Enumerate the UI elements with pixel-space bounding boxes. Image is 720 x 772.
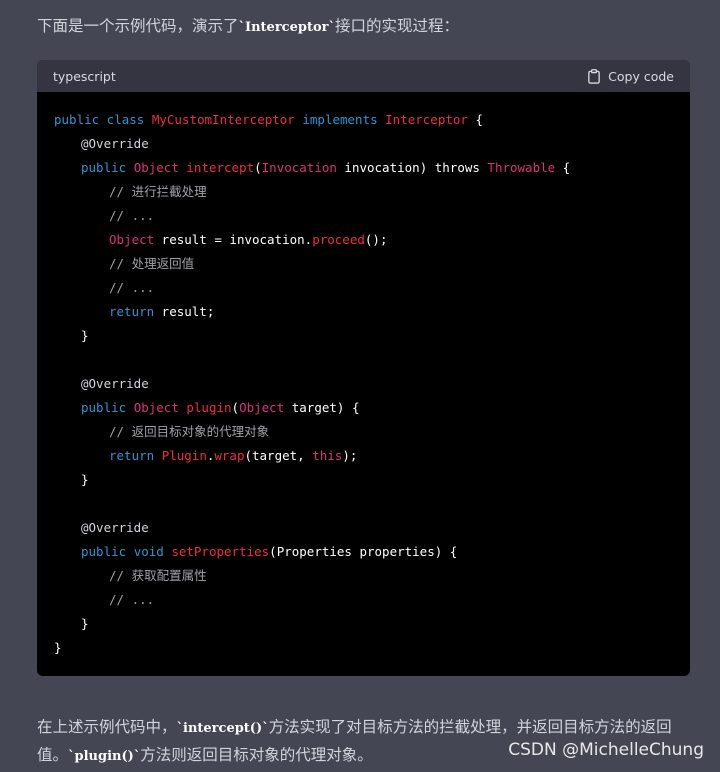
code-line: Object result = invocation.proceed(); <box>109 232 388 247</box>
outro-text: 方法则返回目标对象的代理对象。 <box>140 746 373 764</box>
code-line: } <box>81 328 89 343</box>
code-comment: // ... <box>109 592 155 607</box>
intro-paragraph: 下面是一个示例代码，演示了`Interceptor`接口的实现过程： <box>37 14 697 40</box>
code-comment: // 处理返回值 <box>109 256 195 271</box>
outro-inline-code: `plugin()` <box>68 749 141 764</box>
code-line: public Object plugin(Object target) { <box>81 400 360 415</box>
intro-inline-code: `Interceptor` <box>238 20 335 35</box>
code-comment: // ... <box>109 208 155 223</box>
code-comment: // 进行拦截处理 <box>109 184 207 199</box>
code-line: public void setProperties(Properties pro… <box>81 544 458 559</box>
code-line: public Object intercept(Invocation invoc… <box>81 160 571 175</box>
code-comment: // 获取配置属性 <box>109 568 207 583</box>
copy-code-label: Copy code <box>608 68 674 84</box>
code-line: @Override <box>81 136 149 151</box>
intro-text: 下面是一个示例代码，演示了 <box>37 17 239 35</box>
outro-inline-code: `intercept()` <box>176 721 269 736</box>
copy-code-button[interactable]: Copy code <box>587 69 674 84</box>
code-line: } <box>81 472 89 487</box>
code-comment: // 返回目标对象的代理对象 <box>109 424 270 439</box>
code-line: return result; <box>109 304 215 319</box>
clipboard-icon <box>588 68 600 84</box>
code-content: public class MyCustomInterceptor impleme… <box>54 108 680 660</box>
code-line: } <box>81 616 89 631</box>
csdn-watermark: CSDN @MichelleChung <box>508 740 704 760</box>
code-line: return Plugin.wrap(target, this); <box>109 448 358 463</box>
outro-text: 在上述示例代码中， <box>37 718 177 736</box>
code-line: @Override <box>81 376 149 391</box>
code-comment: // ... <box>109 280 155 295</box>
intro-text-end: 接口的实现过程： <box>334 17 459 35</box>
code-line: } <box>54 640 62 655</box>
code-block: typescript Copy code public class MyCust… <box>37 60 690 676</box>
code-line: public class MyCustomInterceptor impleme… <box>54 112 484 127</box>
code-header: typescript Copy code <box>37 60 690 92</box>
code-line: @Override <box>81 520 149 535</box>
code-language-label: typescript <box>53 68 116 84</box>
